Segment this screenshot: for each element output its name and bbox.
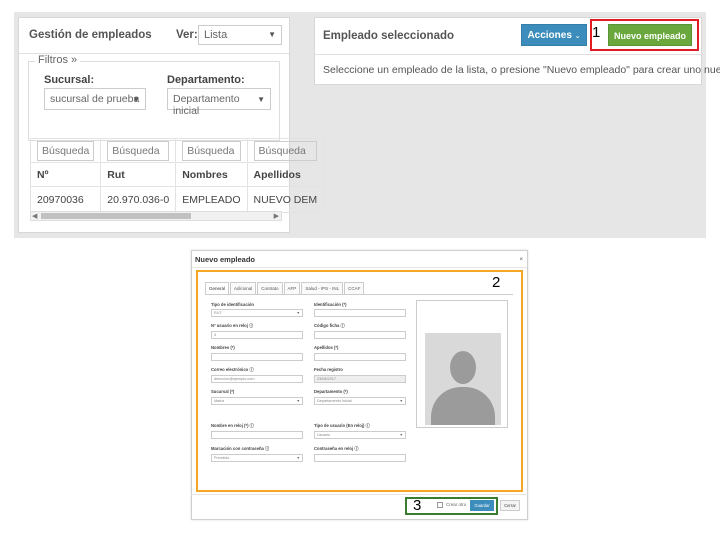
annotation-box-1: [590, 19, 699, 51]
scroll-left-icon[interactable]: ◀: [32, 212, 37, 220]
modal-header-divider: [192, 267, 527, 268]
horizontal-scrollbar[interactable]: ◀ ▶: [30, 211, 282, 221]
chevron-down-icon: ▼: [132, 95, 140, 104]
view-label: Ver:: [176, 29, 198, 41]
annotation-number-2: 2: [492, 274, 501, 291]
column-header-nombres[interactable]: Nombres: [175, 162, 248, 187]
divider: [315, 54, 701, 55]
cell-apellidos: NUEVO DEM: [246, 186, 325, 213]
modal-footer-divider: [191, 494, 528, 495]
scroll-right-icon[interactable]: ▶: [274, 212, 279, 220]
selection-message: Seleccione un empleado de la lista, o pr…: [323, 64, 720, 76]
sucursal-label: Sucursal:: [44, 74, 95, 86]
modal-title: Nuevo empleado: [195, 255, 256, 264]
cell-rut: 20.970.036-0: [100, 186, 177, 213]
sucursal-select-value: sucursal de prueba: [50, 93, 140, 105]
view-select[interactable]: Lista ▼: [198, 25, 282, 45]
cerrar-button[interactable]: Cerrar: [500, 500, 520, 511]
sucursal-select[interactable]: sucursal de prueba ▼: [44, 88, 146, 110]
table-row[interactable]: 20970036 20.970.036-0 EMPLEADO NUEVO DEM: [29, 186, 325, 213]
annotation-box-2: [196, 270, 523, 492]
filters-toggle[interactable]: Filtros »: [35, 54, 81, 66]
cell-nombres: EMPLEADO: [175, 186, 248, 213]
search-cell: Búsqueda: [175, 138, 248, 163]
acciones-button[interactable]: Acciones ⌄: [521, 24, 587, 46]
column-header-number[interactable]: Nº: [29, 162, 102, 187]
departamento-label: Departamento:: [167, 74, 245, 86]
panel-title: Gestión de empleados: [29, 29, 152, 41]
acciones-label: Acciones: [527, 30, 572, 41]
chevron-down-icon: ▼: [257, 95, 265, 104]
search-cell: Búsqueda: [29, 138, 102, 163]
scroll-thumb[interactable]: [41, 213, 191, 219]
departamento-select[interactable]: Departamento inicial ▼: [167, 88, 271, 117]
search-input-nombres[interactable]: Búsqueda: [182, 140, 241, 161]
search-cell: Búsqueda: [100, 138, 177, 163]
employee-table: Búsqueda Búsqueda Búsqueda Búsqueda Nº R…: [29, 138, 325, 213]
annotation-number-3: 3: [413, 497, 422, 514]
annotation-number-1: 1: [592, 24, 601, 41]
close-icon[interactable]: ×: [519, 257, 523, 263]
column-header-apellidos[interactable]: Apellidos: [246, 162, 325, 187]
column-header-rut[interactable]: Rut: [100, 162, 177, 187]
selected-employee-title: Empleado seleccionado: [323, 30, 455, 42]
search-cell: Búsqueda: [246, 138, 325, 163]
view-select-value: Lista: [204, 29, 228, 41]
search-input-rut[interactable]: Búsqueda: [107, 140, 170, 161]
cell-number: 20970036: [29, 186, 102, 213]
search-input-apellidos[interactable]: Búsqueda: [253, 140, 318, 161]
chevron-down-icon: ▼: [268, 30, 276, 39]
chevron-down-icon: ⌄: [574, 33, 581, 40]
search-input-number[interactable]: Búsqueda: [37, 140, 95, 161]
